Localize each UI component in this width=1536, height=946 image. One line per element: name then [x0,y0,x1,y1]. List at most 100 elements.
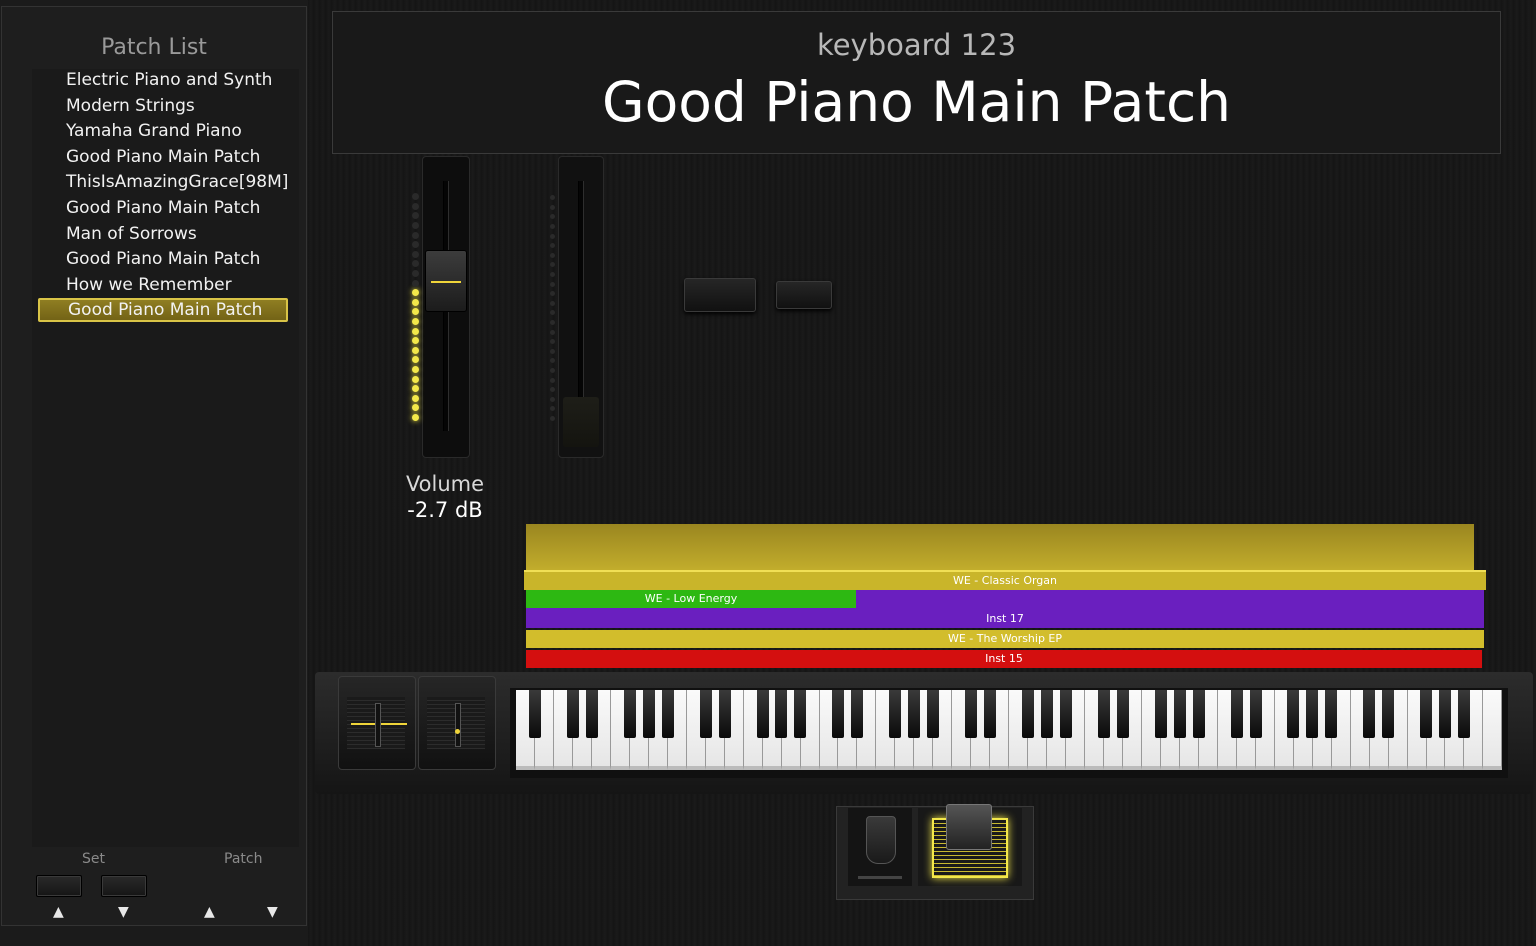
black-key[interactable] [1287,690,1300,738]
black-key[interactable] [1154,690,1167,738]
black-key[interactable] [1021,690,1034,738]
secondary-meter-led [550,252,555,258]
expression-pedal[interactable] [918,804,1022,886]
sustain-pedal-base-line [858,876,902,879]
patch-item[interactable]: Good Piano Main Patch [38,247,288,271]
black-key[interactable] [794,690,807,738]
black-key[interactable] [1192,690,1205,738]
black-key[interactable] [1040,690,1053,738]
black-key[interactable] [1363,690,1376,738]
black-key[interactable] [1116,690,1129,738]
layer-inst-17[interactable]: Inst 17 [526,610,1484,628]
black-key[interactable] [1249,690,1262,738]
secondary-meter-led [550,300,555,306]
black-key[interactable] [889,690,902,738]
black-key[interactable] [661,690,674,738]
black-key[interactable] [718,690,731,738]
black-key[interactable] [756,690,769,738]
expression-pedal-icon [946,804,992,850]
set-up-arrow-icon[interactable]: ▲ [53,904,64,920]
set-button-left[interactable] [36,875,82,897]
patch-down-arrow-icon[interactable]: ▼ [267,904,278,920]
patch-item[interactable]: Good Piano Main Patch [38,145,288,169]
secondary-meter-led [550,272,555,277]
black-key[interactable] [585,690,598,738]
panel-button-1[interactable] [684,278,756,312]
volume-meter-led [412,222,419,229]
secondary-meter-led [550,368,555,373]
secondary-meter-led [550,224,555,229]
set-down-arrow-icon[interactable]: ▼ [118,904,129,920]
sustain-pedal[interactable] [848,808,912,886]
layer-classic-organ[interactable]: WE - Classic Organ [524,570,1486,590]
patch-item[interactable]: Modern Strings [38,94,288,118]
secondary-fader-groove [578,181,584,431]
black-key[interactable] [1230,690,1243,738]
patch-list-title: Patch List [101,35,207,60]
volume-meter-led [412,202,419,210]
black-key[interactable] [851,690,864,738]
secondary-fader-knob[interactable] [563,397,599,447]
volume-meter-led [412,375,419,383]
set-nav-label: Set [82,851,105,867]
set-button-right[interactable] [101,875,147,897]
black-key[interactable] [1097,690,1110,738]
patch-item[interactable]: Good Piano Main Patch [38,196,288,220]
volume-meter-led [412,327,419,335]
black-key[interactable] [927,690,940,738]
patch-up-arrow-icon[interactable]: ▲ [204,904,215,920]
black-key[interactable] [1173,690,1186,738]
black-key[interactable] [528,690,541,738]
header-panel: keyboard 123 Good Piano Main Patch [332,11,1501,154]
black-key[interactable] [775,690,788,738]
secondary-meter-led [550,377,555,383]
volume-meter-led [412,250,419,258]
patch-item[interactable]: How we Remember [38,273,288,297]
layer-low-energy[interactable]: WE - Low Energy [526,590,856,608]
black-key[interactable] [566,690,579,738]
volume-fader-knob[interactable] [425,250,467,312]
modulation-handle [455,703,461,747]
patch-item-selected[interactable]: Good Piano Main Patch [38,298,288,323]
black-key[interactable] [623,690,636,738]
volume-meter-led [412,414,419,421]
volume-meter-led [412,318,419,325]
patch-name: Good Piano Main Patch [601,70,1232,134]
modulation-wheel[interactable] [418,676,496,770]
black-key[interactable] [1382,690,1395,738]
black-key[interactable] [1059,690,1072,738]
volume-value: -2.7 dB [407,498,483,522]
black-key[interactable] [1458,690,1471,738]
secondary-meter-led [550,204,555,210]
pitch-bend-handle [375,703,381,747]
black-key[interactable] [1439,690,1452,738]
black-key[interactable] [699,690,712,738]
modulation-indicator [455,729,460,734]
patch-nav-label: Patch [224,851,263,867]
volume-meter-led [412,366,419,373]
patch-item[interactable]: Yamaha Grand Piano [38,119,288,143]
patch-item[interactable]: ThisIsAmazingGrace[98M] [38,170,288,194]
black-key[interactable] [1420,690,1433,738]
secondary-fader[interactable] [558,156,604,458]
layer-worship-ep[interactable]: WE - The Worship EP [526,630,1484,648]
black-key[interactable] [908,690,921,738]
black-key[interactable] [965,690,978,738]
set-name: keyboard 123 [816,28,1017,62]
volume-meter-led [412,346,419,354]
layer-worship-ep-label: WE - The Worship EP [947,632,1063,645]
secondary-meter-led [550,348,555,354]
black-key[interactable] [832,690,845,738]
layer-inst-15[interactable]: Inst 15 [526,650,1482,668]
volume-meter-led [412,394,419,402]
white-key[interactable] [1483,690,1503,770]
black-key[interactable] [1325,690,1338,738]
black-key[interactable] [642,690,655,738]
black-key[interactable] [1306,690,1319,738]
black-key[interactable] [984,690,997,738]
patch-item[interactable]: Man of Sorrows [38,222,288,246]
panel-button-2[interactable] [776,281,832,309]
pitch-bend-wheel[interactable] [338,676,416,770]
patch-item[interactable]: Electric Piano and Synth [38,68,288,92]
secondary-meter-led [550,329,555,335]
